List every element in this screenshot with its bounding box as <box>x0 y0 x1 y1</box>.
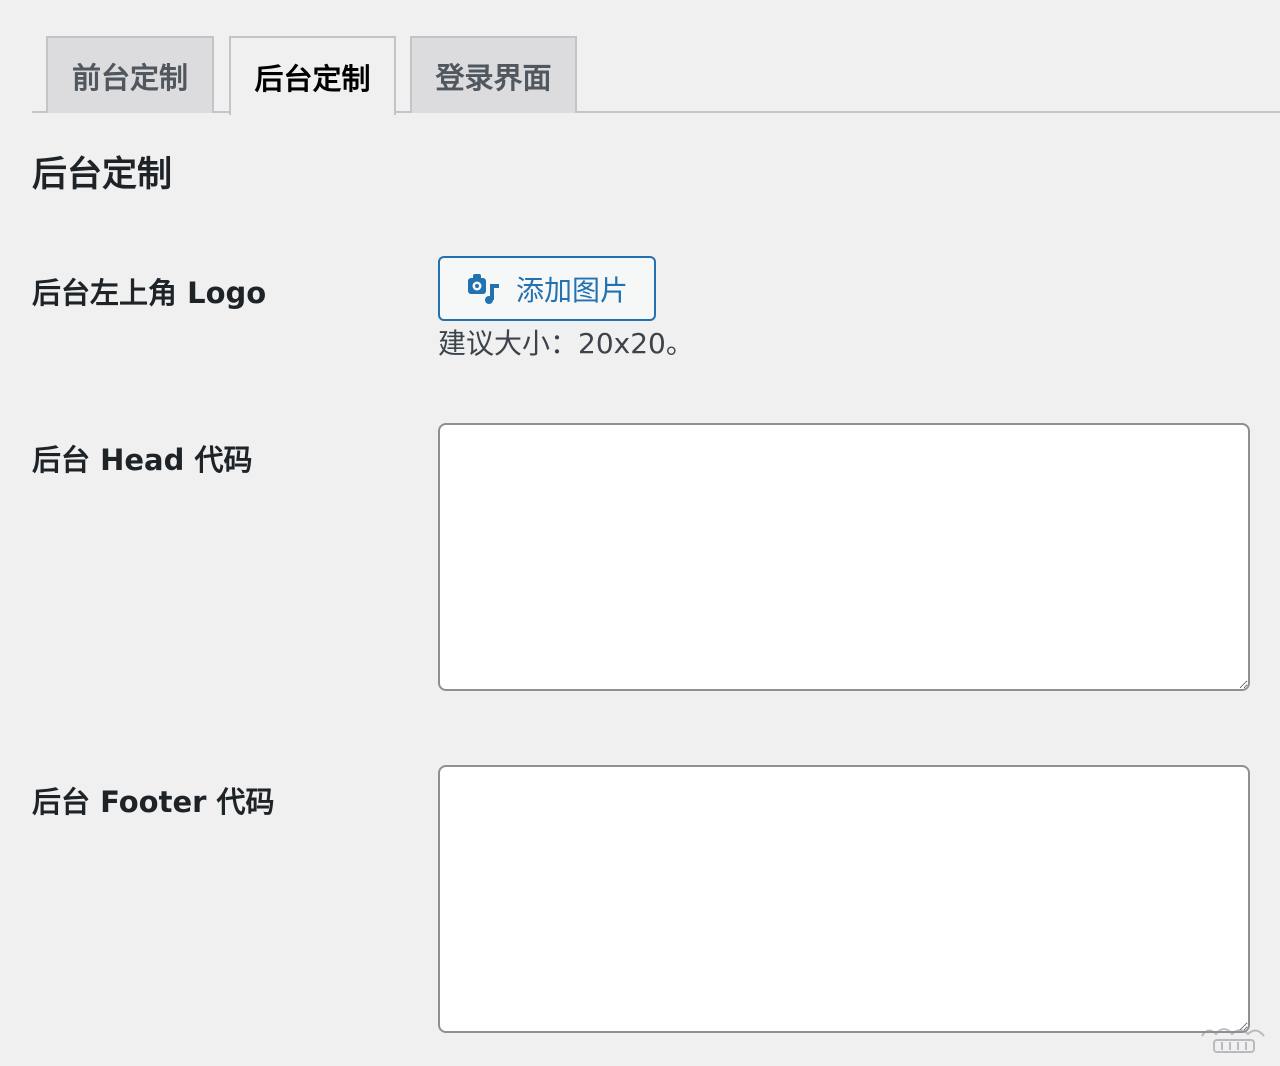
logo-field-label: 后台左上角 Logo <box>32 276 267 310</box>
settings-page: 前台定制 后台定制 登录界面 后台定制 后台左上角 Logo 添加图片 建议大小… <box>0 0 1280 1066</box>
head-code-textarea[interactable] <box>438 423 1250 691</box>
add-image-button[interactable]: 添加图片 <box>438 256 656 321</box>
watermark-logo <box>1198 1022 1270 1056</box>
logo-size-hint: 建议大小：20x20。 <box>438 327 694 360</box>
footer-code-textarea[interactable] <box>438 765 1250 1033</box>
footer-code-label: 后台 Footer 代码 <box>32 785 275 819</box>
head-code-label: 后台 Head 代码 <box>32 443 253 477</box>
media-add-icon <box>466 272 502 306</box>
section-title: 后台定制 <box>32 155 173 195</box>
tab-bar: 前台定制 后台定制 登录界面 <box>32 36 1280 115</box>
tab-frontend[interactable]: 前台定制 <box>46 36 214 113</box>
tab-login[interactable]: 登录界面 <box>410 36 577 113</box>
add-image-button-label: 添加图片 <box>515 273 628 307</box>
tab-backend[interactable]: 后台定制 <box>229 36 396 115</box>
